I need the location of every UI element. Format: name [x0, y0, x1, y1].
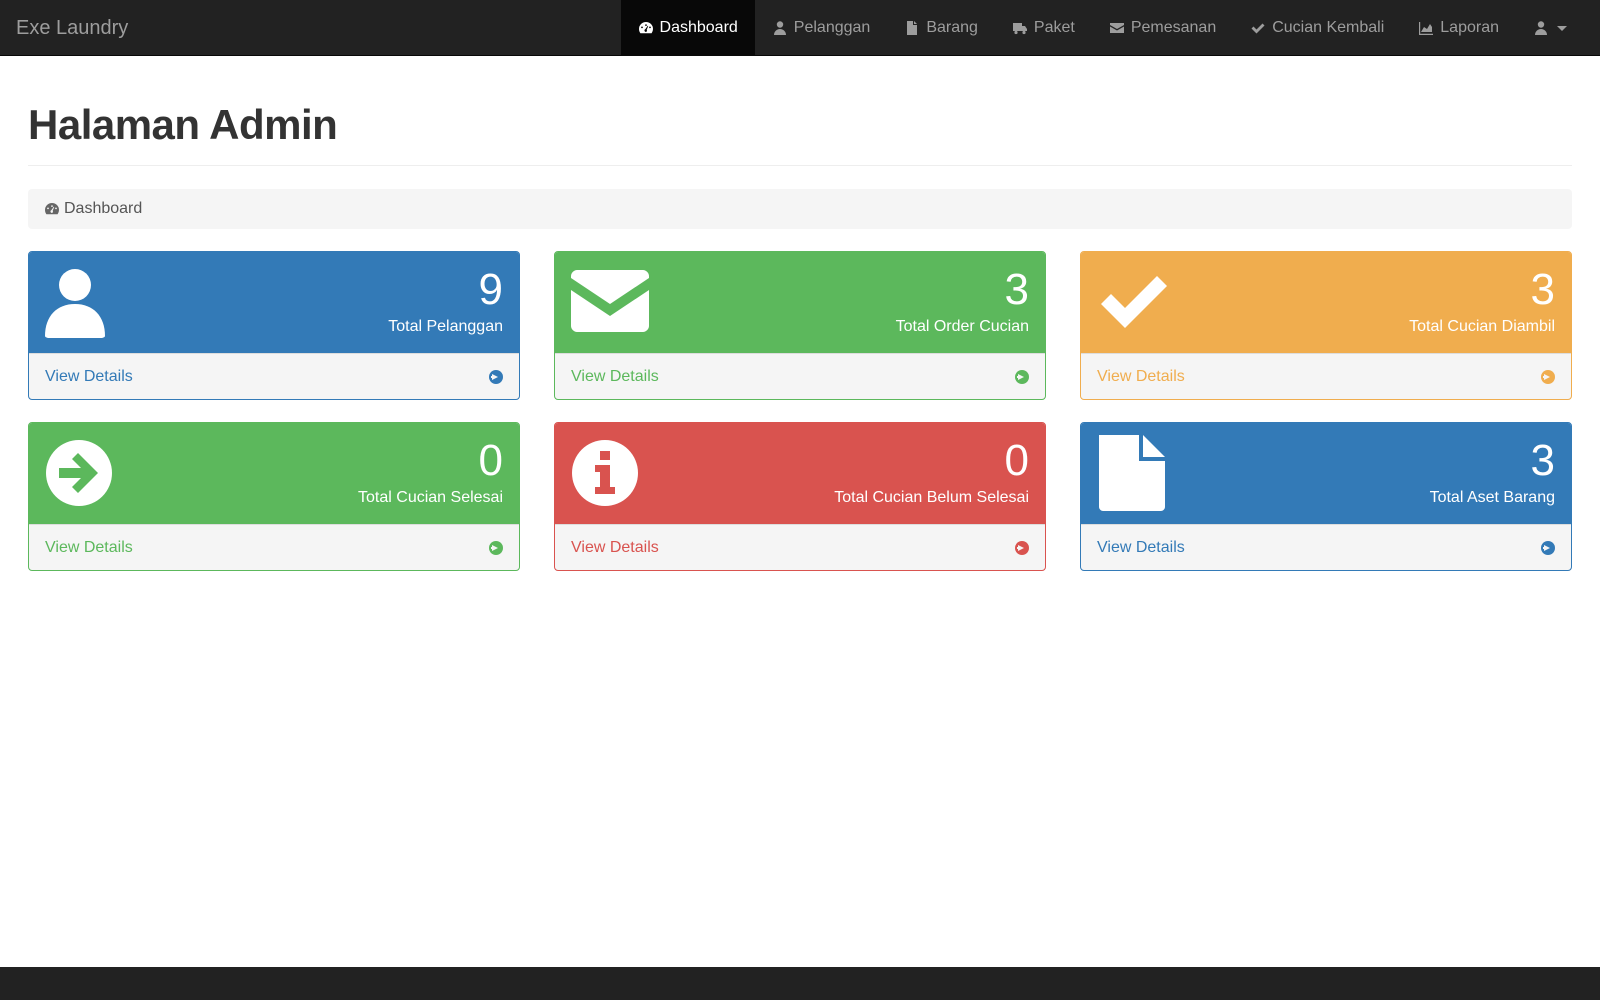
nav-item-pelanggan[interactable]: Pelanggan: [755, 0, 888, 56]
nav-label: Laporan: [1440, 19, 1499, 36]
truck-icon: [1012, 23, 1027, 35]
view-details-link[interactable]: View Details: [555, 353, 1045, 399]
breadcrumb-label: Dashboard: [64, 200, 143, 217]
view-details-label: View Details: [571, 538, 659, 556]
nav-label: Pelanggan: [793, 19, 871, 36]
panel-count: 3: [1530, 436, 1555, 485]
envelope-icon: [1109, 23, 1124, 33]
nav-label: Paket: [1033, 19, 1075, 36]
view-details-link[interactable]: View Details: [29, 353, 519, 399]
check-icon: [1251, 23, 1265, 34]
panel-total-aset-barang: 3 Total Aset Barang View Details: [1080, 422, 1572, 571]
panel-label: Total Aset Barang: [1429, 489, 1555, 506]
view-details-link[interactable]: View Details: [1081, 353, 1571, 399]
panel-heading: 3 Total Aset Barang: [1081, 423, 1571, 524]
user-icon: [773, 21, 786, 35]
page-header: Halaman Admin: [28, 100, 1572, 166]
panel-count: 3: [1530, 265, 1555, 314]
info-circle-icon: [571, 437, 655, 509]
file-icon: [1097, 435, 1181, 511]
nav-label: Cucian Kembali: [1272, 19, 1385, 36]
dashboard-icon: [45, 203, 59, 215]
check-icon: [1097, 266, 1181, 338]
arrow-circle-right-icon: [45, 437, 129, 509]
nav-label: Barang: [926, 19, 978, 36]
nav-label: Dashboard: [659, 19, 738, 36]
panel-heading: 0 Total Cucian Belum Selesai: [555, 423, 1045, 524]
panel-count: 9: [478, 265, 503, 314]
view-details-label: View Details: [45, 367, 133, 385]
panel-heading: 3 Total Order Cucian: [555, 252, 1045, 353]
panel-heading: 3 Total Cucian Diambil: [1081, 252, 1571, 353]
bottom-bar: [0, 967, 1600, 1000]
panel-total-pelanggan: 9 Total Pelanggan View Details: [28, 251, 520, 400]
user-menu-dropdown[interactable]: [1516, 0, 1584, 56]
panel-heading: 9 Total Pelanggan: [29, 252, 519, 353]
view-details-label: View Details: [571, 367, 659, 385]
top-navbar: Exe Laundry Dashboard Pelanggan Barang P…: [0, 0, 1600, 56]
nav-label: Pemesanan: [1130, 19, 1217, 36]
arrow-circle-right-icon: [489, 540, 503, 555]
dashboard-icon: [638, 22, 653, 34]
nav-item-cucian-kembali[interactable]: Cucian Kembali: [1233, 0, 1401, 56]
panel-heading: 0 Total Cucian Selesai: [29, 423, 519, 524]
arrow-circle-right-icon: [1541, 540, 1555, 555]
nav-item-dashboard[interactable]: Dashboard: [620, 0, 755, 56]
view-details-link[interactable]: View Details: [29, 524, 519, 570]
panel-label: Total Cucian Diambil: [1409, 318, 1555, 335]
page-title: Halaman Admin: [28, 101, 338, 148]
arrow-circle-right-icon: [1015, 540, 1029, 555]
caret-down-icon: [1557, 25, 1567, 31]
panel-label: Total Cucian Selesai: [358, 489, 503, 506]
breadcrumb: Dashboard: [28, 189, 1572, 229]
nav-item-laporan[interactable]: Laporan: [1401, 0, 1516, 56]
view-details-label: View Details: [1097, 367, 1185, 385]
panel-total-order-cucian: 3 Total Order Cucian View Details: [554, 251, 1046, 400]
user-icon: [1535, 21, 1547, 35]
panel-label: Total Order Cucian: [895, 318, 1029, 335]
nav-item-barang[interactable]: Barang: [887, 0, 995, 56]
envelope-icon: [571, 266, 655, 338]
panel-count: 0: [478, 436, 503, 485]
panel-total-cucian-belum-selesai: 0 Total Cucian Belum Selesai View Detail…: [554, 422, 1046, 571]
arrow-circle-right-icon: [1541, 369, 1555, 384]
file-icon: [907, 21, 918, 35]
panel-count: 3: [1004, 265, 1029, 314]
view-details-label: View Details: [45, 538, 133, 556]
nav-item-paket[interactable]: Paket: [995, 0, 1092, 56]
nav-item-pemesanan[interactable]: Pemesanan: [1092, 0, 1233, 56]
panel-count: 0: [1004, 436, 1029, 485]
arrow-circle-right-icon: [1015, 369, 1029, 384]
panel-label: Total Cucian Belum Selesai: [834, 489, 1029, 506]
arrow-circle-right-icon: [489, 369, 503, 384]
brand-link[interactable]: Exe Laundry: [16, 0, 128, 56]
view-details-label: View Details: [1097, 538, 1185, 556]
panel-total-cucian-diambil: 3 Total Cucian Diambil View Details: [1080, 251, 1572, 400]
main-nav: Dashboard Pelanggan Barang Paket Pemesan…: [620, 0, 1584, 56]
panel-label: Total Pelanggan: [388, 318, 503, 335]
area-chart-icon: [1419, 22, 1434, 35]
user-icon: [45, 266, 129, 338]
panel-total-cucian-selesai: 0 Total Cucian Selesai View Details: [28, 422, 520, 571]
view-details-link[interactable]: View Details: [1081, 524, 1571, 570]
view-details-link[interactable]: View Details: [555, 524, 1045, 570]
